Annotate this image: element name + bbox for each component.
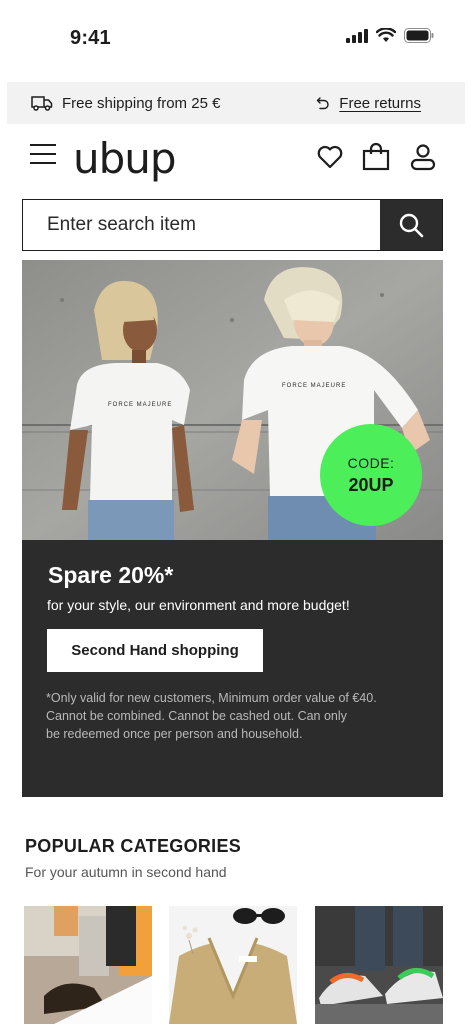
status-bar: 9:41 — [0, 0, 472, 76]
promo-subtitle: for your style, our environment and more… — [47, 597, 350, 613]
free-returns-link[interactable]: Free returns — [339, 95, 421, 112]
shipping-text: Free shipping from 25 € — [62, 94, 221, 112]
search-bar — [22, 199, 443, 251]
shopping-bag-icon[interactable] — [361, 142, 391, 172]
user-icon[interactable] — [408, 142, 438, 172]
fine-print-line: Cannot be combined. Cannot be cashed out… — [46, 709, 347, 723]
second-hand-shopping-button[interactable]: Second Hand shopping — [47, 629, 263, 672]
hero-banner[interactable]: FORCE MAJEURE FORCE MAJEURE CODE: 20UP — [22, 260, 443, 540]
heart-icon[interactable] — [315, 142, 345, 172]
category-card-sneakers[interactable] — [315, 906, 443, 1024]
fine-print-line: be redeemed once per person and househol… — [46, 727, 303, 741]
category-card-shoes[interactable] — [24, 906, 152, 1024]
ubup-logo[interactable]: ubup — [73, 134, 177, 183]
status-icons — [346, 28, 434, 43]
battery-icon — [404, 28, 434, 43]
category-image-knitwear — [169, 906, 297, 1024]
fine-print-line: *Only valid for new customers, Minimum o… — [46, 691, 377, 705]
cellular-signal-icon — [346, 28, 368, 43]
code-label: CODE: — [347, 454, 395, 471]
return-arrow-icon — [317, 97, 329, 110]
categories-subtitle: For your autumn in second hand — [25, 864, 227, 880]
category-card-knitwear[interactable] — [169, 906, 297, 1024]
promo-code-badge: CODE: 20UP — [320, 424, 422, 526]
categories-title: POPULAR CATEGORIES — [25, 836, 242, 856]
promo-bar: Free shipping from 25 € Free returns — [7, 82, 465, 124]
status-time: 9:41 — [70, 27, 111, 49]
wifi-icon — [376, 28, 396, 42]
search-button[interactable] — [380, 200, 442, 250]
menu-icon[interactable] — [30, 144, 56, 166]
code-value: 20UP — [348, 474, 394, 495]
shipping-info: Free shipping from 25 € — [31, 82, 220, 124]
promo-fine-print: *Only valid for new customers, Minimum o… — [46, 689, 426, 743]
shirt-print-right: FORCE MAJEURE — [282, 383, 347, 389]
shirt-print-left: FORCE MAJEURE — [108, 402, 173, 408]
site-header: ubup — [0, 132, 472, 184]
returns-info[interactable]: Free returns — [316, 82, 421, 124]
search-input[interactable] — [23, 200, 380, 250]
promo-title: Spare 20%* — [48, 562, 174, 588]
delivery-truck-icon — [31, 96, 53, 111]
search-icon — [399, 213, 424, 238]
promo-panel: Spare 20%* for your style, our environme… — [22, 540, 443, 797]
category-image-sneakers — [315, 906, 443, 1024]
category-image-shoes — [24, 906, 152, 1024]
